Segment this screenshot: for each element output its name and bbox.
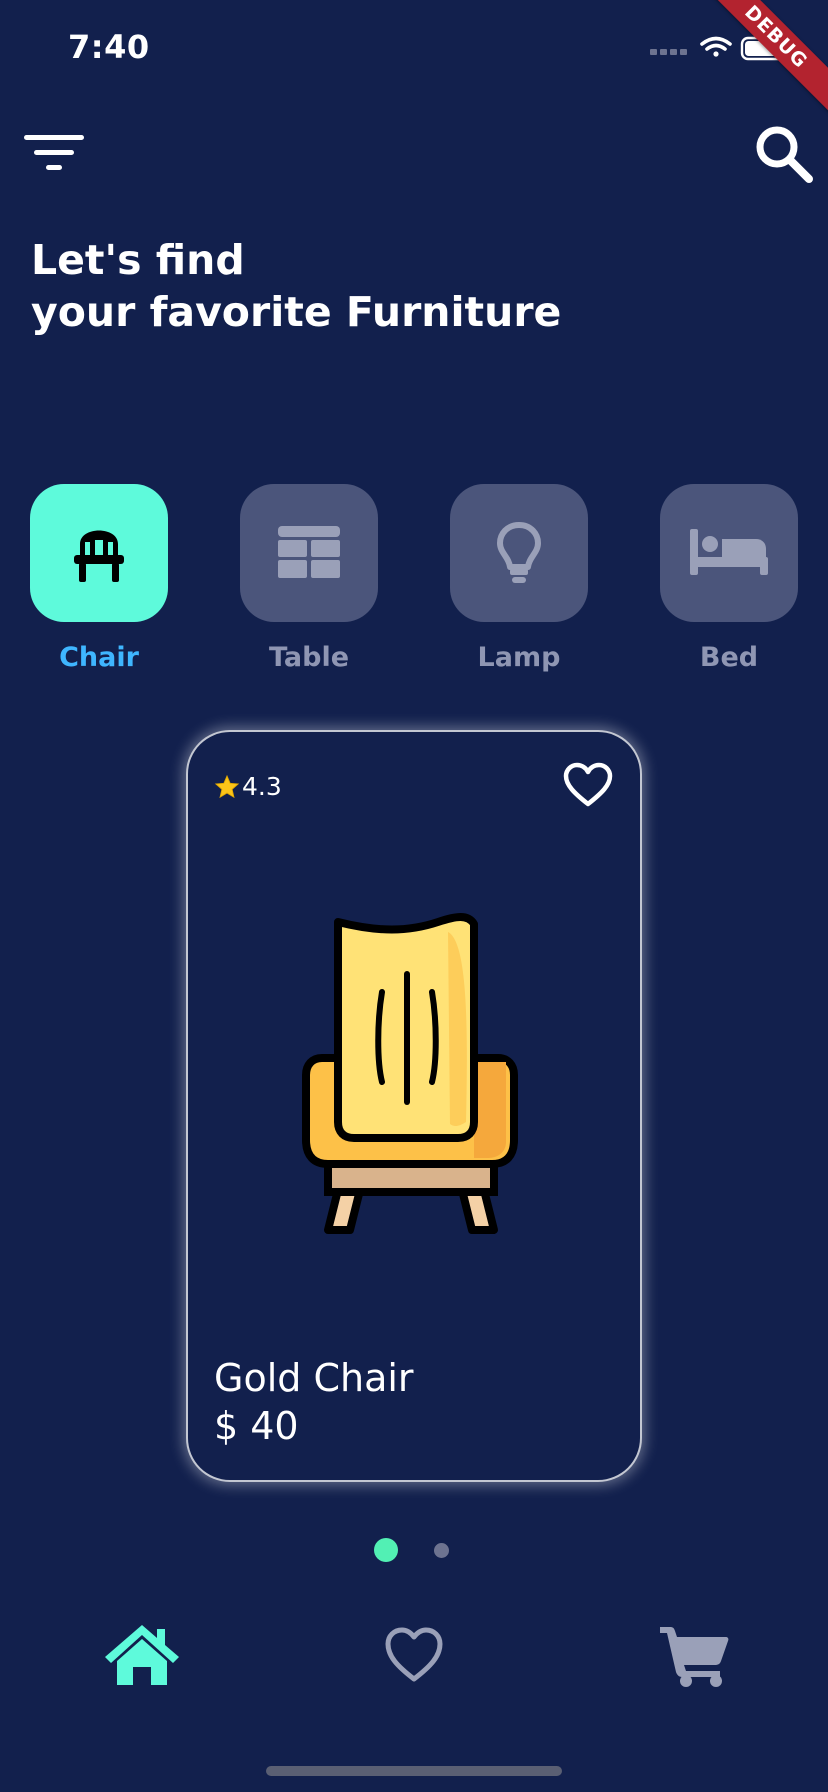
- category-label: Bed: [699, 642, 759, 673]
- favorite-button[interactable]: [562, 762, 614, 812]
- filter-menu-button[interactable]: [22, 126, 88, 176]
- category-list: Chair Table Lamp Bed: [30, 484, 800, 684]
- wifi-icon: [700, 36, 732, 57]
- product-name: Gold Chair: [214, 1356, 414, 1400]
- star-icon: [214, 774, 240, 798]
- nav-cart[interactable]: [654, 1620, 734, 1690]
- product-price: $ 40: [214, 1404, 299, 1448]
- headline-line-1: Let's find: [31, 236, 245, 284]
- product-card[interactable]: 4.3 Gold Chair $ 40: [186, 730, 642, 1482]
- product-image: [298, 912, 524, 1240]
- cart-icon: [660, 1627, 729, 1687]
- bottom-navigation: [0, 1620, 828, 1700]
- carousel-dot[interactable]: [434, 1543, 449, 1558]
- gold-chair-illustration: [302, 913, 518, 1234]
- category-tile: [660, 484, 798, 622]
- category-bed[interactable]: Bed: [660, 484, 798, 673]
- filter-icon: [24, 135, 84, 170]
- carousel-dot-active[interactable]: [374, 1538, 398, 1562]
- nav-home[interactable]: [100, 1620, 184, 1690]
- category-label: Table: [268, 642, 350, 673]
- nav-favorites[interactable]: [378, 1620, 450, 1690]
- category-table[interactable]: Table: [240, 484, 378, 673]
- category-tile: [30, 484, 168, 622]
- category-lamp[interactable]: Lamp: [450, 484, 588, 673]
- category-label: Chair: [59, 642, 139, 673]
- category-label: Lamp: [477, 642, 561, 673]
- search-button[interactable]: [752, 122, 816, 186]
- heart-outline-icon: [385, 1627, 443, 1682]
- headline-line-2: your favorite Furniture: [31, 288, 562, 336]
- home-icon: [105, 1625, 179, 1685]
- table-icon: [278, 526, 340, 578]
- chair-icon: [74, 530, 124, 582]
- search-icon: [756, 126, 813, 183]
- product-rating: 4.3: [214, 772, 282, 801]
- status-time: 7:40: [68, 28, 150, 66]
- category-chair[interactable]: Chair: [30, 484, 168, 673]
- cellular-signal-icon: [650, 49, 687, 55]
- rating-value: 4.3: [242, 772, 282, 801]
- home-indicator: [266, 1766, 562, 1776]
- bed-icon: [690, 529, 768, 575]
- heart-outline-icon: [563, 762, 613, 807]
- carousel-indicator: [0, 1538, 828, 1564]
- page-headline: Let's find your favorite Furniture: [31, 234, 561, 338]
- category-tile: [450, 484, 588, 622]
- category-tile: [240, 484, 378, 622]
- lamp-icon: [497, 522, 541, 583]
